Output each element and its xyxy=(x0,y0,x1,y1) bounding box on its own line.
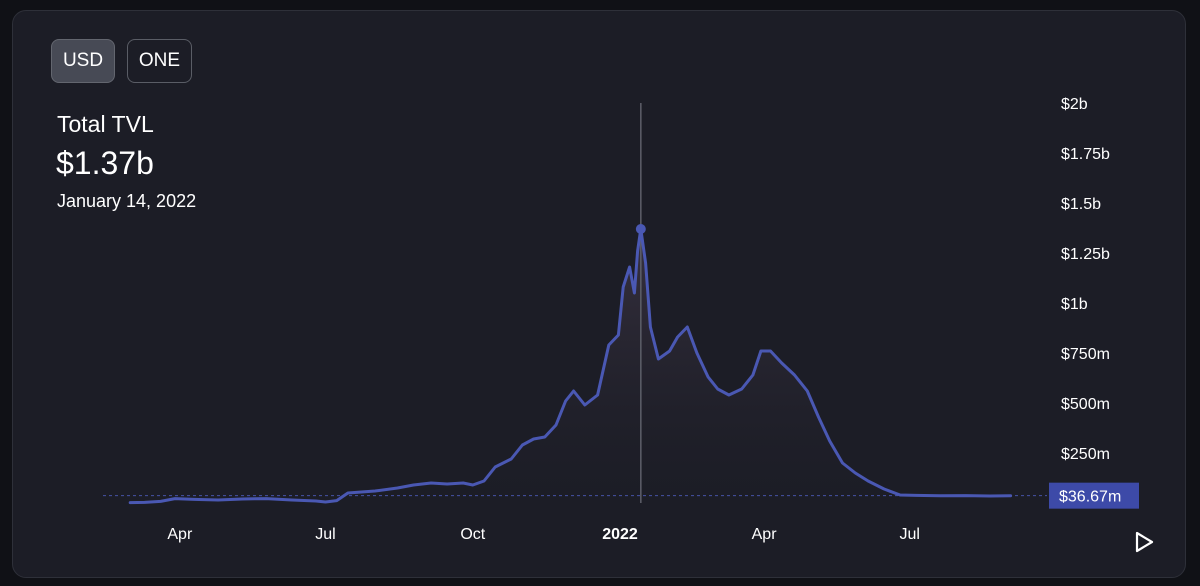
data-point[interactable] xyxy=(572,389,576,393)
data-point[interactable] xyxy=(914,493,918,497)
data-point[interactable] xyxy=(817,415,821,419)
y-tick-label: $1b xyxy=(1061,296,1088,313)
data-point[interactable] xyxy=(554,423,558,427)
y-tick-label: $250m xyxy=(1061,446,1110,463)
data-point[interactable] xyxy=(159,499,163,503)
data-point[interactable] xyxy=(769,349,773,353)
data-point[interactable] xyxy=(346,491,350,495)
data-point[interactable] xyxy=(290,498,294,502)
data-point[interactable] xyxy=(240,497,244,501)
data-point[interactable] xyxy=(264,497,268,501)
data-point[interactable] xyxy=(396,486,400,490)
data-point[interactable] xyxy=(616,333,620,337)
data-point[interactable] xyxy=(335,499,339,503)
current-value-label: $36.67m xyxy=(1059,489,1121,506)
data-point[interactable] xyxy=(668,349,672,353)
tvl-area-fill xyxy=(130,229,1011,503)
data-point[interactable] xyxy=(676,335,680,339)
data-point[interactable] xyxy=(621,285,625,289)
x-tick-label: Jul xyxy=(900,526,920,543)
data-point[interactable] xyxy=(532,437,536,441)
tvl-area-chart[interactable]: $250m $500m $750m $1b $1.25b $1.5b $1.75b $2b A… xyxy=(13,11,1185,577)
data-point[interactable] xyxy=(543,435,547,439)
data-point[interactable] xyxy=(793,373,797,377)
data-point[interactable] xyxy=(988,494,992,498)
data-point[interactable] xyxy=(882,487,886,491)
play-icon[interactable] xyxy=(1129,527,1159,557)
y-tick-label: $500m xyxy=(1061,396,1110,413)
data-point[interactable] xyxy=(192,497,196,501)
data-point[interactable] xyxy=(759,349,763,353)
data-point[interactable] xyxy=(841,461,845,465)
data-point[interactable] xyxy=(628,265,632,269)
data-point[interactable] xyxy=(740,387,744,391)
data-point[interactable] xyxy=(445,482,449,486)
data-point[interactable] xyxy=(866,479,870,483)
x-tick-label: Apr xyxy=(167,526,193,543)
data-point[interactable] xyxy=(695,351,699,355)
data-point[interactable] xyxy=(461,481,465,485)
data-point[interactable] xyxy=(412,483,416,487)
data-point[interactable] xyxy=(828,439,832,443)
data-point[interactable] xyxy=(607,343,611,347)
data-point[interactable] xyxy=(636,249,640,253)
x-tick-label: 2022 xyxy=(602,526,638,543)
x-tick-label: Jul xyxy=(315,526,335,543)
data-point[interactable] xyxy=(314,499,318,503)
data-point[interactable] xyxy=(596,393,600,397)
x-tick-label: Apr xyxy=(752,526,778,543)
data-point[interactable] xyxy=(648,325,652,329)
data-point[interactable] xyxy=(685,325,689,329)
data-point[interactable] xyxy=(706,375,710,379)
data-point[interactable] xyxy=(727,393,731,397)
data-point[interactable] xyxy=(173,497,177,501)
y-tick-label: $750m xyxy=(1061,346,1110,363)
data-point[interactable] xyxy=(644,261,648,265)
data-point[interactable] xyxy=(429,481,433,485)
y-tick-label: $1.75b xyxy=(1061,146,1110,163)
data-point[interactable] xyxy=(373,489,377,493)
data-point[interactable] xyxy=(780,361,784,365)
data-point[interactable] xyxy=(898,493,902,497)
data-point[interactable] xyxy=(128,501,132,505)
x-tick-label: Oct xyxy=(460,526,485,543)
data-point[interactable] xyxy=(471,483,475,487)
data-point[interactable] xyxy=(716,387,720,391)
data-point[interactable] xyxy=(564,399,568,403)
data-point[interactable] xyxy=(805,389,809,393)
data-point[interactable] xyxy=(493,465,497,469)
y-tick-label: $1.25b xyxy=(1061,246,1110,263)
data-point[interactable] xyxy=(1009,494,1013,498)
data-point[interactable] xyxy=(482,479,486,483)
data-point[interactable] xyxy=(853,471,857,475)
data-point[interactable] xyxy=(520,443,524,447)
data-point[interactable] xyxy=(324,500,328,504)
data-point[interactable] xyxy=(143,500,147,504)
data-point[interactable] xyxy=(656,357,660,361)
hover-point-marker xyxy=(635,224,646,234)
data-point[interactable] xyxy=(509,457,513,461)
y-tick-label: $1.5b xyxy=(1061,196,1101,213)
data-point[interactable] xyxy=(964,494,968,498)
data-point[interactable] xyxy=(216,498,220,502)
data-point[interactable] xyxy=(632,291,636,295)
y-tick-label: $2b xyxy=(1061,96,1088,113)
tvl-chart-card: USD ONE Total TVL $1.37b January 14, 202… xyxy=(12,10,1186,578)
data-point[interactable] xyxy=(751,373,755,377)
data-point[interactable] xyxy=(583,403,587,407)
data-point[interactable] xyxy=(938,494,942,498)
